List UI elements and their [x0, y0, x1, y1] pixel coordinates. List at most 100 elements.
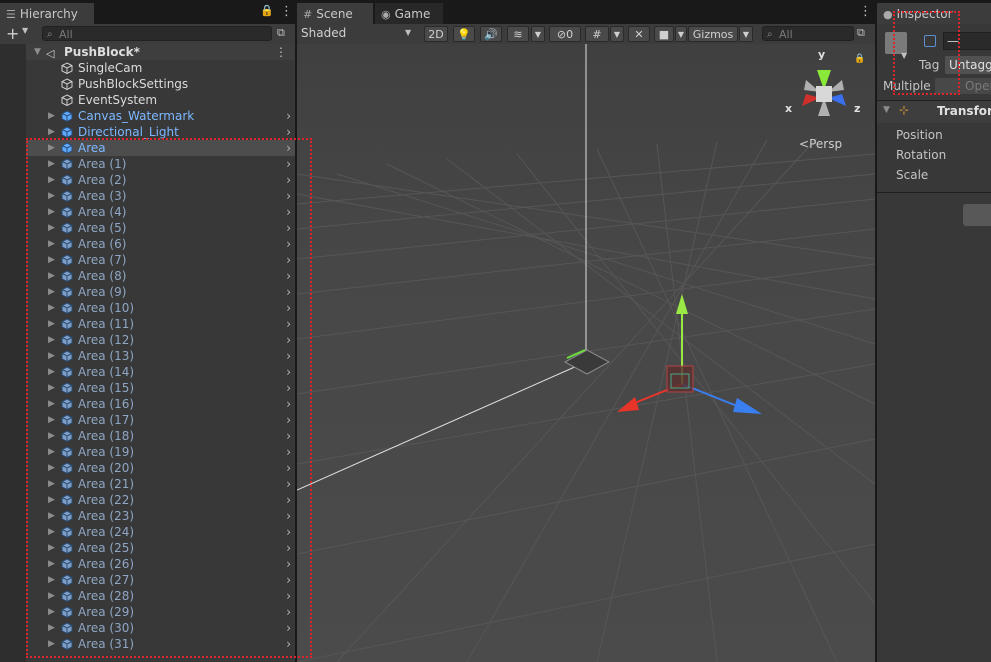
tab-game[interactable]: ◉ Game — [375, 3, 443, 24]
prefab-open-chevron-icon[interactable]: › — [286, 524, 291, 540]
list-item[interactable]: EventSystem — [0, 92, 295, 108]
list-item[interactable]: ▶ Area (29) › — [0, 604, 295, 620]
list-item[interactable]: ▶ Area (27) › — [0, 572, 295, 588]
prefab-open-chevron-icon[interactable]: › — [286, 156, 291, 172]
tag-dropdown[interactable]: Untagg — [945, 56, 991, 74]
expand-arrow-icon[interactable]: ▶ — [48, 252, 55, 268]
expand-arrow-icon[interactable]: ▶ — [48, 396, 55, 412]
prefab-open-chevron-icon[interactable]: › — [286, 396, 291, 412]
list-item[interactable]: ▶ Area (8) › — [0, 268, 295, 284]
expand-arrow-icon[interactable]: ▶ — [48, 380, 55, 396]
prefab-open-chevron-icon[interactable]: › — [286, 188, 291, 204]
expand-arrow-icon[interactable]: ▶ — [48, 124, 55, 140]
prefab-open-chevron-icon[interactable]: › — [286, 540, 291, 556]
grid-icon[interactable]: # — [585, 26, 609, 42]
scene-kebab-icon[interactable]: ⋮ — [275, 44, 287, 60]
camera-dropdown-icon[interactable]: ▼ — [675, 26, 687, 42]
prefab-open-chevron-icon[interactable]: › — [286, 428, 291, 444]
prefab-open-chevron-icon[interactable]: › — [286, 316, 291, 332]
prefab-open-chevron-icon[interactable]: › — [286, 604, 291, 620]
expand-arrow-icon[interactable]: ▶ — [48, 620, 55, 636]
gizmos-dropdown-icon[interactable]: ▼ — [739, 26, 753, 42]
list-item[interactable]: ▶ Area (20) › — [0, 460, 295, 476]
projection-toggle[interactable]: <Persp — [799, 137, 842, 151]
dropdown-arrow-icon[interactable]: ▼ — [22, 26, 28, 35]
expand-arrow-icon[interactable]: ▶ — [48, 460, 55, 476]
prefab-open-chevron-icon[interactable]: › — [286, 572, 291, 588]
gizmo-lock-icon[interactable]: 🔒 — [854, 54, 865, 64]
list-item[interactable]: ▶ Area (21) › — [0, 476, 295, 492]
prefab-open-chevron-icon[interactable]: › — [286, 108, 291, 124]
list-item[interactable]: ▶ Area (2) › — [0, 172, 295, 188]
list-item[interactable]: ▶ Area (30) › — [0, 620, 295, 636]
list-item[interactable]: ▶ Area › — [0, 140, 295, 156]
list-item[interactable]: ▶ Area (28) › — [0, 588, 295, 604]
list-item[interactable]: ▶ Area (6) › — [0, 236, 295, 252]
prefab-open-chevron-icon[interactable]: › — [286, 556, 291, 572]
prefab-open-chevron-icon[interactable]: › — [286, 236, 291, 252]
prefab-open-chevron-icon[interactable]: › — [286, 620, 291, 636]
list-item[interactable]: ▶ Directional_Light › — [0, 124, 295, 140]
list-item[interactable]: ▶ Area (4) › — [0, 204, 295, 220]
list-item[interactable]: ▶ Area (11) › — [0, 316, 295, 332]
expand-arrow-icon[interactable]: ▶ — [48, 556, 55, 572]
effects-dropdown-icon[interactable]: ▼ — [531, 26, 545, 42]
expand-arrow-icon[interactable]: ▶ — [48, 604, 55, 620]
list-item[interactable]: ▶ Area (12) › — [0, 332, 295, 348]
add-component-button[interactable] — [963, 204, 991, 226]
tab-inspector[interactable]: ● Inspector — [877, 3, 991, 24]
name-field[interactable]: — — [943, 32, 991, 50]
collapse-arrow-icon[interactable]: ▼ — [883, 105, 890, 115]
expand-arrow-icon[interactable]: ▶ — [48, 492, 55, 508]
shading-mode-dropdown[interactable]: Shaded — [301, 26, 346, 40]
add-icon[interactable]: + — [6, 24, 19, 44]
scene-search-input[interactable]: ⌕ All — [762, 26, 854, 41]
list-item[interactable]: ▶ Area (3) › — [0, 188, 295, 204]
prefab-open-chevron-icon[interactable]: › — [286, 332, 291, 348]
expand-arrow-icon[interactable]: ▶ — [48, 332, 55, 348]
list-item[interactable]: ▶ Area (17) › — [0, 412, 295, 428]
expand-arrow-icon[interactable]: ▶ — [48, 572, 55, 588]
list-item[interactable]: ▶ Area (31) › — [0, 636, 295, 652]
prefab-open-chevron-icon[interactable]: › — [286, 204, 291, 220]
tools-icon[interactable]: ✕ — [628, 26, 650, 42]
expand-arrow-icon[interactable]: ▶ — [48, 636, 55, 652]
prefab-open-chevron-icon[interactable]: › — [286, 444, 291, 460]
prefab-open-chevron-icon[interactable]: › — [286, 300, 291, 316]
prefab-open-chevron-icon[interactable]: › — [286, 476, 291, 492]
prefab-open-chevron-icon[interactable]: › — [286, 268, 291, 284]
prefab-open-chevron-icon[interactable]: › — [286, 124, 291, 140]
prefab-open-chevron-icon[interactable]: › — [286, 364, 291, 380]
prefab-open-chevron-icon[interactable]: › — [286, 140, 291, 156]
scene-kebab-icon[interactable]: ⋮ — [859, 4, 872, 20]
list-item[interactable]: ▶ Area (5) › — [0, 220, 295, 236]
transform-header[interactable]: ▼ ⊹ Transform — [877, 101, 991, 123]
list-item[interactable]: ▶ Area (23) › — [0, 508, 295, 524]
expand-arrow-icon[interactable]: ▶ — [48, 540, 55, 556]
expand-arrow-icon[interactable]: ▶ — [48, 220, 55, 236]
expand-arrow-icon[interactable]: ▶ — [48, 188, 55, 204]
toggle-2d-button[interactable]: 2D — [424, 26, 448, 42]
lock-icon[interactable]: 🔒 — [260, 4, 274, 17]
list-item[interactable]: ▶ Area (13) › — [0, 348, 295, 364]
list-item[interactable]: ▶ Area (1) › — [0, 156, 295, 172]
expand-arrow-icon[interactable]: ▶ — [48, 316, 55, 332]
effects-icon[interactable]: ≋ — [507, 26, 529, 42]
expand-arrow-icon[interactable]: ▶ — [48, 172, 55, 188]
kebab-menu-icon[interactable]: ⋮ — [280, 4, 293, 20]
prefab-open-chevron-icon[interactable]: › — [286, 588, 291, 604]
shading-dropdown-arrow-icon[interactable]: ▼ — [405, 28, 411, 37]
grid-dropdown-icon[interactable]: ▼ — [610, 26, 624, 42]
prefab-open-chevron-icon[interactable]: › — [286, 252, 291, 268]
prefab-open-chevron-icon[interactable]: › — [286, 380, 291, 396]
prefab-open-chevron-icon[interactable]: › — [286, 508, 291, 524]
expand-arrow-icon[interactable]: ▶ — [48, 284, 55, 300]
scene-root-row[interactable]: ▼ ◁ PushBlock* ⋮ — [0, 44, 295, 60]
list-item[interactable]: PushBlockSettings — [0, 76, 295, 92]
expand-arrow-icon[interactable]: ▶ — [48, 364, 55, 380]
expand-arrow-icon[interactable]: ▶ — [48, 268, 55, 284]
prefab-open-chevron-icon[interactable]: › — [286, 412, 291, 428]
prefab-open-chevron-icon[interactable]: › — [286, 172, 291, 188]
expand-arrow-icon[interactable]: ▶ — [48, 412, 55, 428]
list-item[interactable]: ▶ Area (9) › — [0, 284, 295, 300]
